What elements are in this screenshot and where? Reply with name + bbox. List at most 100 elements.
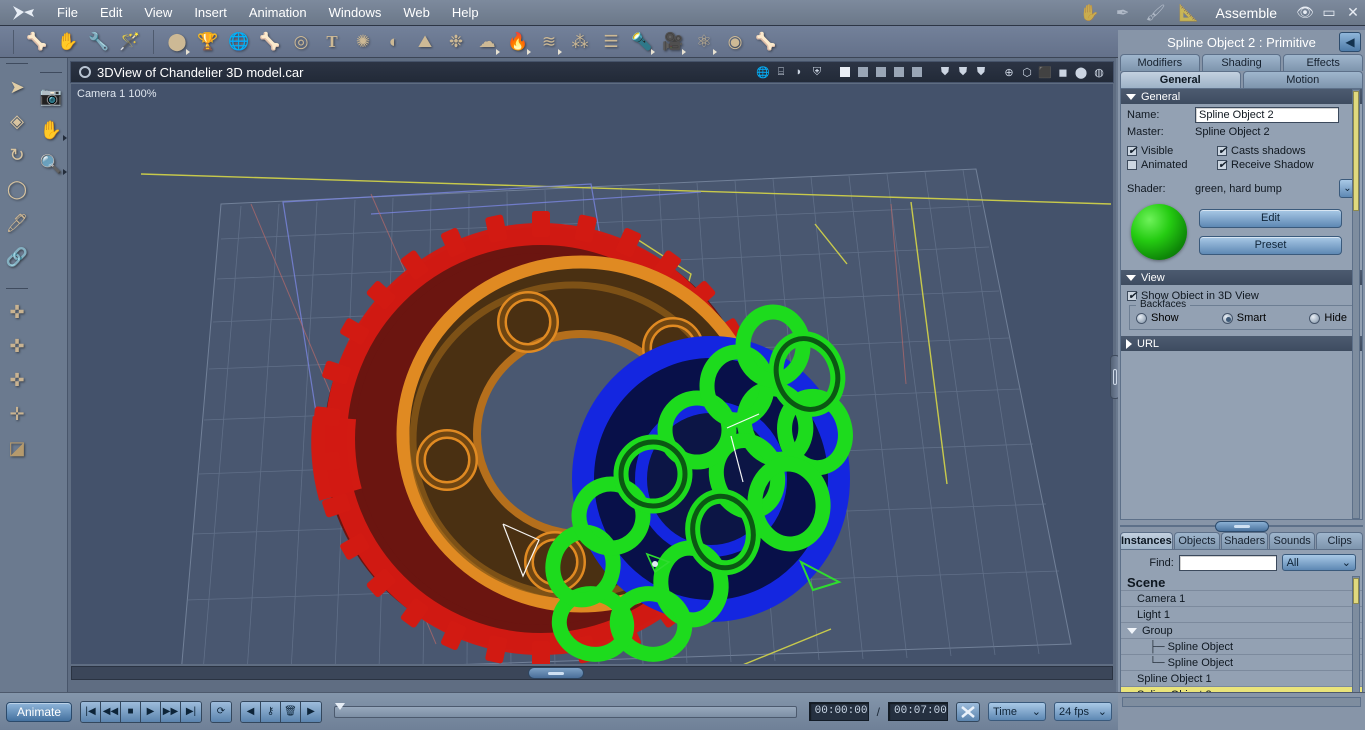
plane-tool-icon[interactable]: ◪ — [0, 431, 34, 465]
add-key-button[interactable]: ⚷ — [261, 701, 281, 722]
menu-animation[interactable]: Animation — [238, 0, 318, 26]
edit-button[interactable]: Edit — [1199, 209, 1342, 228]
checkbox-receive-shadow[interactable]: Receive Shadow — [1217, 158, 1314, 171]
tree-row-camera-1[interactable]: Camera 1 — [1121, 591, 1362, 607]
stop-button[interactable]: ■ — [121, 701, 141, 722]
fast-forward-button[interactable]: ▶▶ — [161, 701, 181, 722]
tab-sounds[interactable]: Sounds — [1268, 532, 1316, 549]
find-input[interactable] — [1178, 554, 1277, 571]
move-xy-tool-icon[interactable]: ✜ — [0, 295, 34, 329]
particles-icon[interactable]: ✺ — [348, 28, 378, 56]
menu-help[interactable]: Help — [441, 0, 490, 26]
fps-select[interactable]: 24 fps ⌄ — [1054, 702, 1112, 721]
timeline-track[interactable] — [334, 702, 797, 718]
radio-backfaces-show[interactable]: Show — [1136, 312, 1179, 324]
hand-tool-icon[interactable]: ✋ — [53, 28, 83, 56]
tab-shaders[interactable]: Shaders — [1221, 532, 1268, 549]
maximize-icon[interactable]: ▭ — [1317, 2, 1341, 24]
layout-four-icon[interactable] — [891, 63, 907, 81]
tab-general[interactable]: General — [1120, 71, 1241, 88]
next-key-button[interactable]: ▶ — [301, 701, 321, 722]
brush-icon[interactable]: 🖌 — [1143, 2, 1169, 24]
wrench-tool-icon[interactable]: 🔧 — [84, 28, 114, 56]
physics-icon[interactable]: ◐ — [379, 28, 409, 56]
tree-row-light-1[interactable]: Light 1 — [1121, 607, 1362, 623]
spline-object-icon[interactable]: 🌐 — [224, 28, 254, 56]
checkbox-casts-shadows[interactable]: Casts shadows — [1217, 144, 1306, 157]
hierarchy-icon[interactable]: ⌸ — [773, 63, 789, 81]
layout-three-icon[interactable] — [873, 63, 889, 81]
go-to-start-button[interactable]: |◀ — [81, 701, 101, 722]
gravity-icon[interactable]: ⊕ — [1001, 63, 1017, 81]
tab-objects[interactable]: Objects — [1173, 532, 1221, 549]
section-header-view[interactable]: View — [1121, 270, 1362, 285]
tab-motion[interactable]: Motion — [1242, 71, 1363, 88]
tab-shading[interactable]: Shading — [1201, 54, 1282, 71]
filter-select[interactable]: All ⌄ — [1281, 554, 1356, 571]
layout-single-icon[interactable] — [837, 63, 853, 81]
viewport-scroll-thumb[interactable] — [528, 667, 584, 679]
drop-icon[interactable]: ⚛ — [689, 28, 719, 56]
bone2-icon[interactable]: 🦴 — [751, 28, 781, 56]
tab-instances[interactable]: Instances — [1120, 532, 1173, 549]
go-to-end-button[interactable]: ▶| — [181, 701, 201, 722]
shield-smooth-icon[interactable]: ⛊ — [973, 63, 989, 81]
radio-backfaces-smart[interactable]: Smart — [1221, 312, 1266, 324]
lock-icon[interactable]: ⛨ — [809, 63, 825, 81]
bounding-icon[interactable]: ⬡ — [1019, 63, 1035, 81]
fog-icon[interactable]: ☰ — [596, 28, 626, 56]
menu-web[interactable]: Web — [392, 0, 441, 26]
current-time-field[interactable]: 00:00:00 — [808, 702, 869, 721]
eyedropper-tool-icon[interactable]: 🖊 — [0, 206, 34, 240]
browser-scroll-thumb[interactable] — [1353, 578, 1359, 604]
menu-insert[interactable]: Insert — [183, 0, 238, 26]
collapse-panel-icon[interactable]: ◀ — [1339, 32, 1361, 52]
section-header-general[interactable]: General — [1121, 89, 1362, 104]
name-input[interactable]: Spline Object 2 — [1195, 107, 1339, 123]
layout-mixed-icon[interactable] — [909, 63, 925, 81]
move-xz-tool-icon[interactable]: ✜ — [0, 329, 34, 363]
tab-effects[interactable]: Effects — [1283, 54, 1364, 71]
ruler-icon[interactable]: 📐 — [1176, 2, 1202, 24]
cube-shaded-icon[interactable]: ◼ — [1055, 63, 1071, 81]
pan-tool-icon[interactable]: ✋ — [34, 113, 68, 147]
link-tool-icon[interactable]: 🔗 — [0, 240, 34, 274]
menu-edit[interactable]: Edit — [89, 0, 133, 26]
camera-tool-icon[interactable]: 📷 — [34, 79, 68, 113]
loop-button[interactable]: ⟳ — [211, 701, 231, 722]
tree-row-spline-object-a[interactable]: ├─ Spline Object — [1121, 639, 1362, 655]
tree-row-spline-object-b[interactable]: └─ Spline Object — [1121, 655, 1362, 671]
polish-tool-icon[interactable]: 🪄 — [115, 28, 145, 56]
sphere-shaded-icon[interactable]: ⬤ — [1073, 63, 1089, 81]
box-icon[interactable]: ⬛ — [1037, 63, 1053, 81]
sea-icon[interactable]: ≋ — [534, 28, 564, 56]
section-header-url[interactable]: URL — [1121, 336, 1362, 351]
tree-row-scene[interactable]: Scene — [1121, 575, 1362, 591]
play-button[interactable]: ▶ — [141, 701, 161, 722]
fire-icon[interactable]: 🔥 — [503, 28, 533, 56]
light-icon[interactable]: 🔦 — [627, 28, 657, 56]
timeline-playhead[interactable] — [335, 702, 345, 710]
text-object-icon[interactable]: T — [317, 28, 347, 56]
target-icon[interactable]: ◉ — [720, 28, 750, 56]
world-space-icon[interactable]: 🌐 — [755, 63, 771, 81]
sphere-primitive-icon[interactable]: ⬤ — [162, 28, 192, 56]
cloud-icon[interactable]: ☁ — [472, 28, 502, 56]
checkbox-animated[interactable]: Animated — [1127, 159, 1217, 171]
vertex-object-icon[interactable]: 🏆 — [193, 28, 223, 56]
pen-icon[interactable]: ✒ — [1110, 2, 1136, 24]
radio-backfaces-hide[interactable]: Hide — [1309, 312, 1347, 324]
tree-row-spline-object-1[interactable]: Spline Object 1 — [1121, 671, 1362, 687]
gear-object-icon[interactable]: ◎ — [286, 28, 316, 56]
animate-button[interactable]: Animate — [6, 701, 72, 722]
terrain-icon[interactable]: ⛰ — [410, 28, 440, 56]
disc-tool-icon[interactable]: ◯ — [0, 172, 34, 206]
fountain-icon[interactable]: ⁂ — [565, 28, 595, 56]
checkbox-visible[interactable]: Visible — [1127, 144, 1217, 157]
eye-icon[interactable]: 👁 — [1293, 2, 1317, 24]
close-icon[interactable]: ✕ — [1341, 2, 1365, 24]
menu-windows[interactable]: Windows — [318, 0, 393, 26]
preset-button[interactable]: Preset — [1199, 236, 1342, 255]
viewport-3d-canvas[interactable]: Camera 1 100% — [71, 84, 1113, 664]
group-expand-icon[interactable] — [1127, 627, 1137, 634]
